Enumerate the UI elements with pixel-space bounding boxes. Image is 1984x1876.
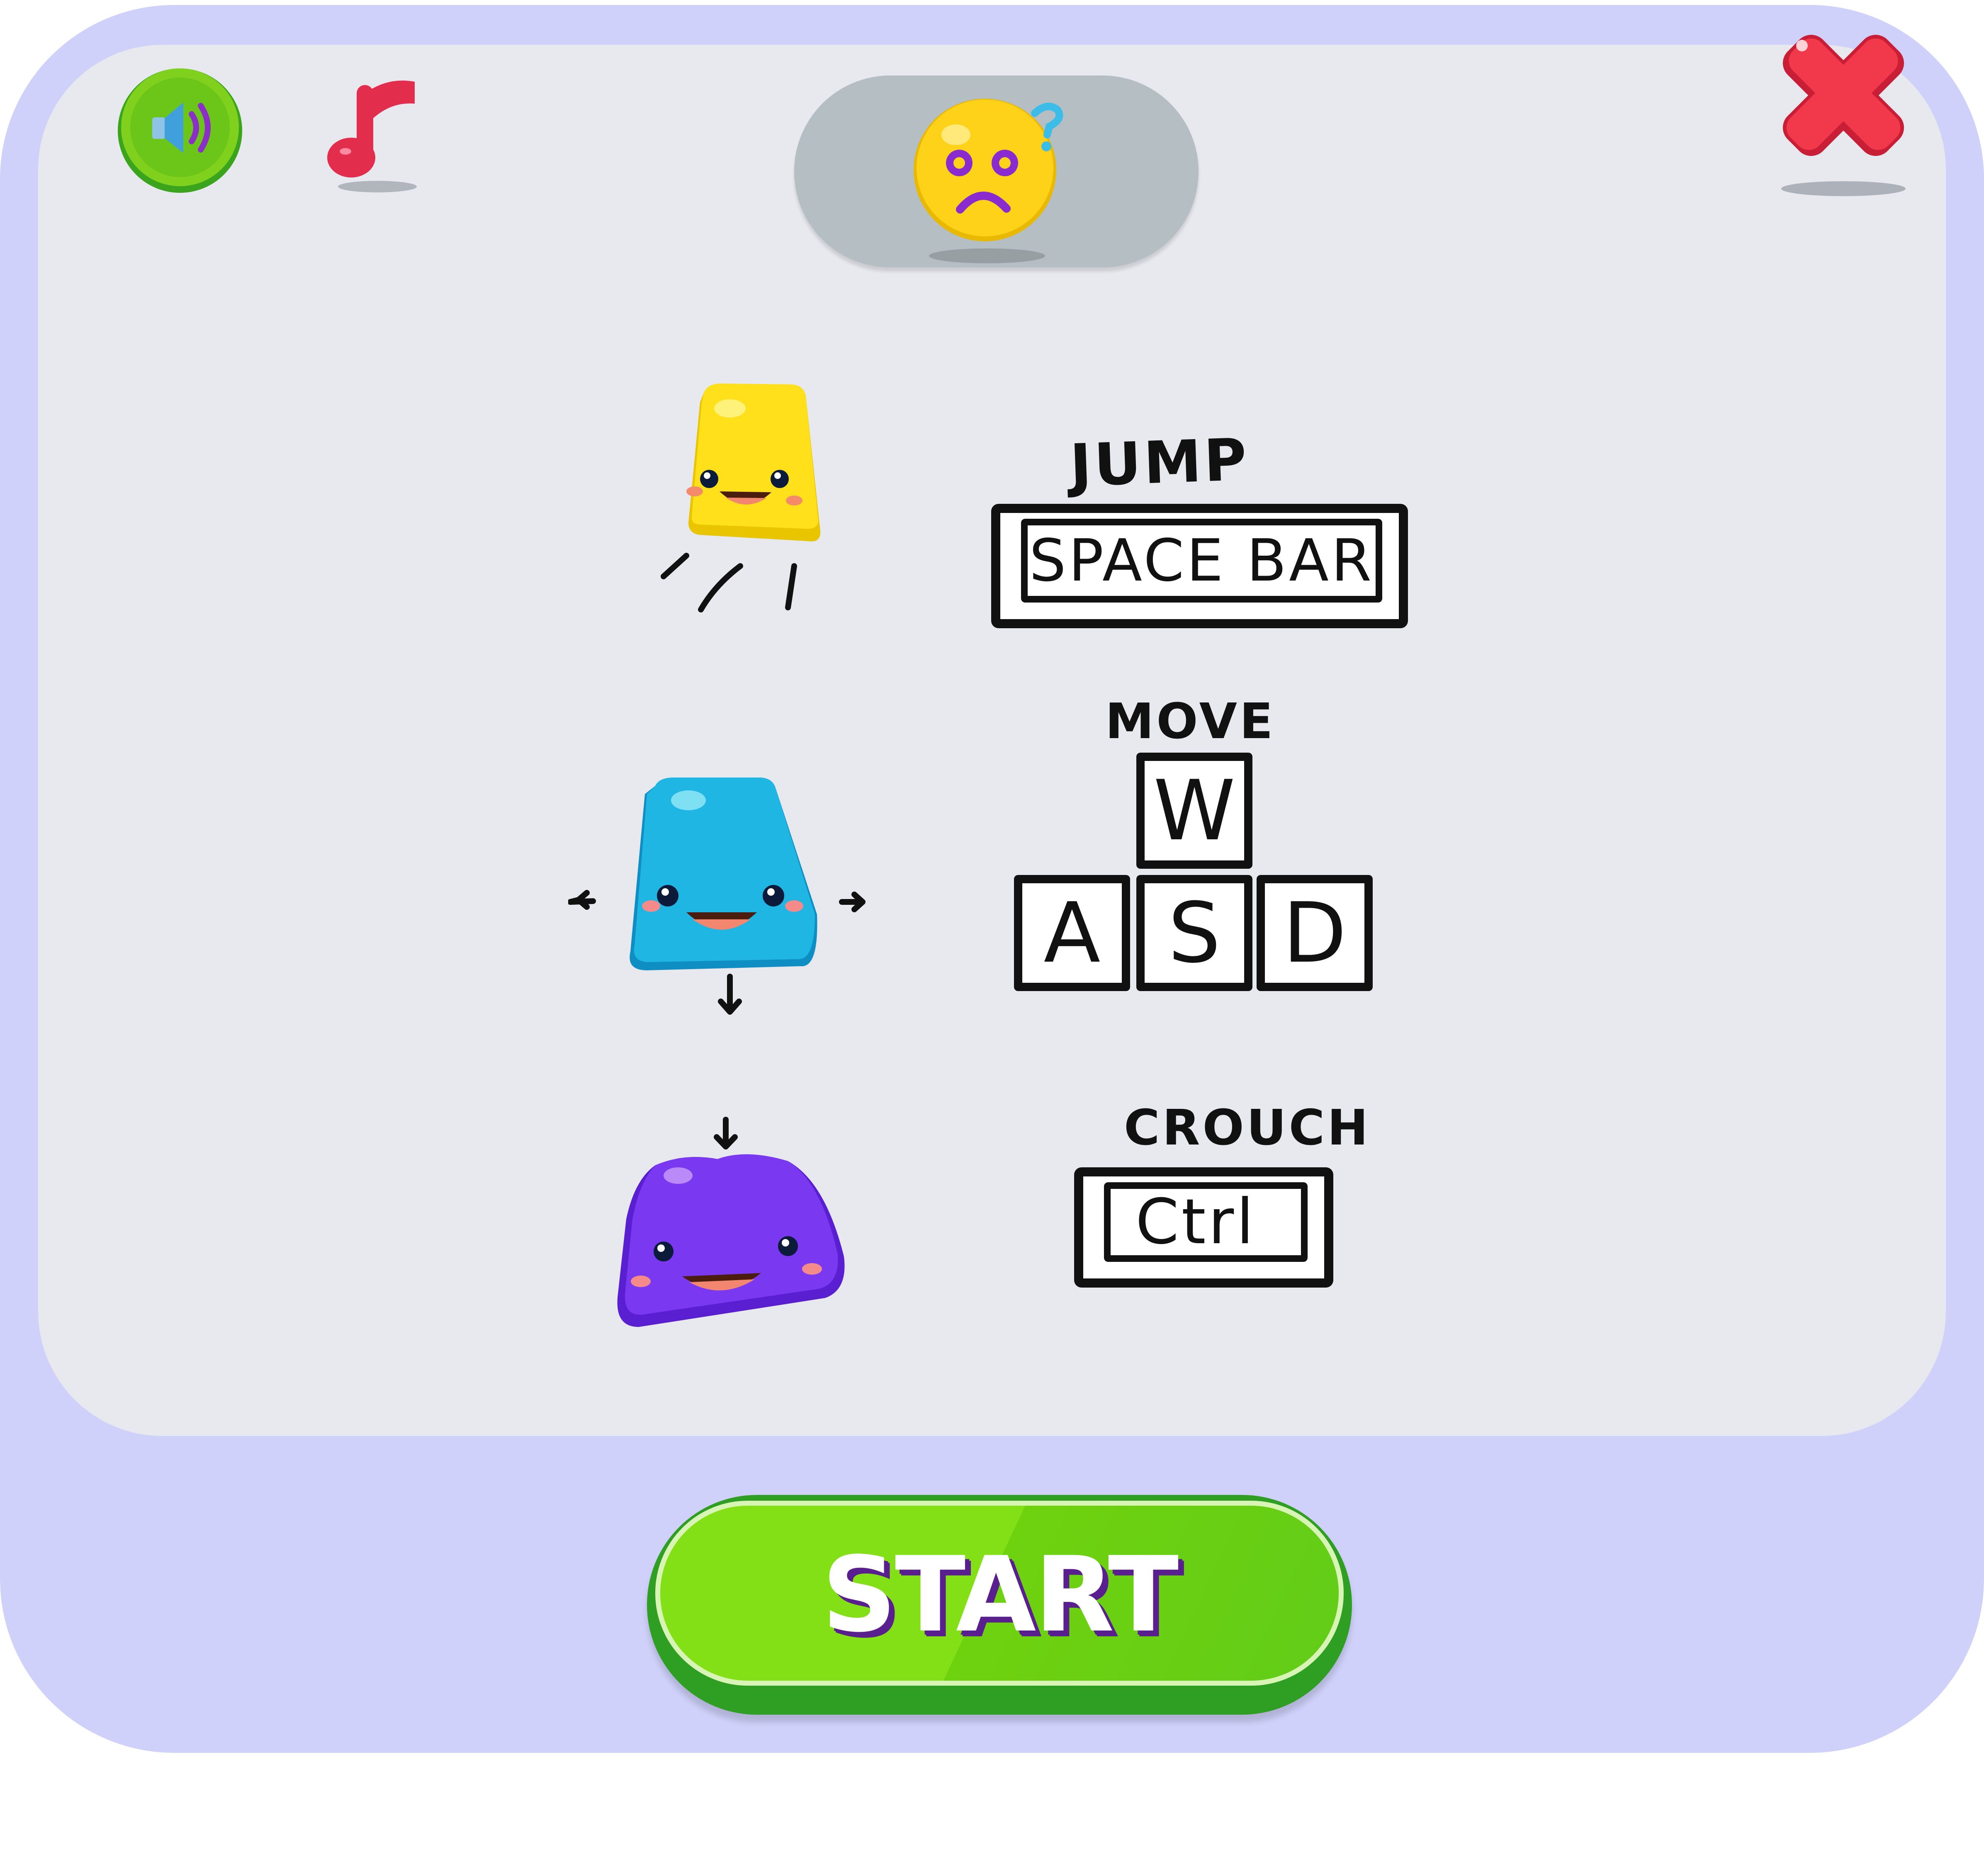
s-key: S: [1136, 875, 1252, 991]
music-note-icon: [327, 80, 417, 192]
yellow-jelly-character: [647, 379, 871, 620]
blue-jelly-character: [567, 778, 875, 1030]
move-label: MOVE: [1105, 693, 1276, 750]
space-bar-key: SPACE BAR: [991, 504, 1408, 628]
start-button-label: START: [822, 1534, 1179, 1655]
sound-toggle-button[interactable]: [113, 64, 248, 199]
purple-jelly-character: [610, 1111, 858, 1327]
ctrl-key-label: Ctrl: [1104, 1182, 1308, 1262]
close-button[interactable]: [1775, 29, 1912, 199]
a-key: A: [1014, 875, 1130, 991]
ctrl-key: Ctrl: [1074, 1167, 1333, 1288]
speaker-icon: [118, 68, 242, 193]
space-bar-key-label: SPACE BAR: [1021, 519, 1382, 603]
jump-label: JUMP: [1069, 426, 1250, 500]
music-toggle-button[interactable]: [326, 73, 429, 197]
w-key: W: [1136, 753, 1252, 869]
start-button[interactable]: START: [647, 1495, 1352, 1715]
close-icon: [1781, 34, 1906, 196]
crouch-label: CROUCH: [1124, 1099, 1371, 1156]
confused-face-icon: [910, 93, 1072, 272]
d-key: D: [1257, 875, 1373, 991]
